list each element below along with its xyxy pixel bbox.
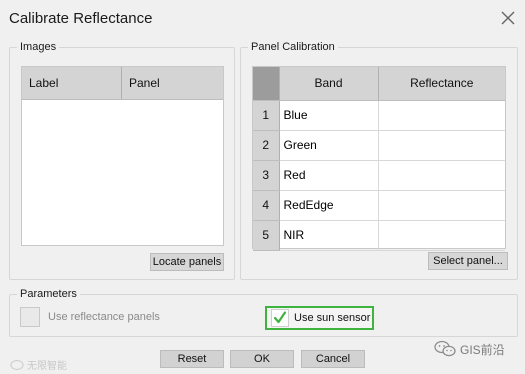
row-number[interactable]: 3 (253, 160, 280, 191)
images-group-label: Images (17, 40, 60, 54)
reflectance-cell[interactable] (378, 220, 505, 251)
images-group: Images Label Panel Locate panels (9, 40, 235, 280)
calibrate-reflectance-dialog: Calibrate Reflectance Images Label Panel… (0, 0, 525, 374)
watermark-right: GIS前沿 (434, 340, 505, 358)
band-cell[interactable]: RedEdge (279, 190, 379, 221)
watermark-logo-icon (10, 359, 24, 370)
col-reflectance[interactable]: Reflectance (378, 67, 505, 101)
band-cell[interactable]: NIR (279, 220, 379, 251)
row-number[interactable]: 2 (253, 130, 280, 161)
table-row[interactable]: 2 Green (253, 130, 505, 161)
cancel-button[interactable]: Cancel (301, 350, 365, 368)
table-corner-cell[interactable] (253, 67, 280, 101)
images-col-label[interactable]: Label (22, 67, 122, 99)
row-number[interactable]: 4 (253, 190, 280, 221)
images-col-panel[interactable]: Panel (122, 67, 223, 99)
band-cell[interactable]: Green (279, 130, 379, 161)
reflectance-cell[interactable] (378, 160, 505, 191)
row-number[interactable]: 5 (253, 220, 280, 251)
checkmark-icon (273, 311, 287, 324)
select-panel-button[interactable]: Select panel... (428, 252, 508, 270)
reflectance-cell[interactable] (378, 130, 505, 161)
table-row[interactable]: 4 RedEdge (253, 190, 505, 221)
watermark-right-text: GIS前沿 (460, 342, 505, 357)
band-cell[interactable]: Blue (279, 100, 379, 131)
row-number[interactable]: 1 (253, 100, 280, 131)
watermark-left: 无限智能 (10, 357, 67, 372)
watermark-left-text: 无限智能 (27, 361, 67, 372)
wechat-icon (434, 340, 456, 357)
reflectance-cell[interactable] (378, 100, 505, 131)
panel-calibration-group-label: Panel Calibration (248, 40, 338, 54)
use-reflectance-panels-label: Use reflectance panels (48, 311, 160, 323)
locate-panels-button[interactable]: Locate panels (150, 253, 224, 271)
ok-button[interactable]: OK (230, 350, 294, 368)
table-row[interactable]: 3 Red (253, 160, 505, 191)
close-icon[interactable] (499, 9, 517, 27)
images-table-header: Label Panel (22, 67, 223, 100)
dialog-title: Calibrate Reflectance (9, 10, 153, 27)
reflectance-cell[interactable] (378, 190, 505, 221)
use-sun-sensor-checkbox[interactable]: Use sun sensor (265, 306, 374, 330)
use-reflectance-panels-checkbox[interactable]: Use reflectance panels (20, 307, 160, 327)
col-band[interactable]: Band (279, 67, 379, 101)
panel-calibration-group: Panel Calibration Band Reflectance 1 Blu… (240, 40, 518, 280)
band-cell[interactable]: Red (279, 160, 379, 191)
table-row[interactable]: 1 Blue (253, 100, 505, 131)
panel-calibration-table[interactable]: Band Reflectance 1 Blue 2 Green 3 Red 4 … (252, 66, 506, 251)
reflectance-panels-check-box[interactable] (20, 307, 40, 327)
reset-button[interactable]: Reset (160, 350, 224, 368)
parameters-group-label: Parameters (17, 287, 80, 301)
sun-sensor-check-box[interactable] (271, 309, 289, 327)
use-sun-sensor-label: Use sun sensor (294, 312, 371, 324)
images-table[interactable]: Label Panel (21, 66, 224, 246)
table-row[interactable]: 5 NIR (253, 220, 505, 251)
